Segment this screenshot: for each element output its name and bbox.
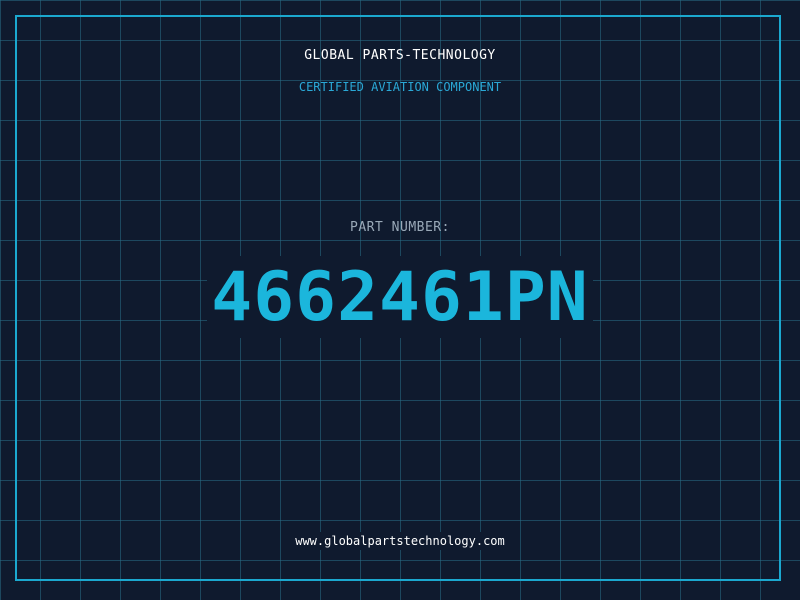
part-number-container: 4662461PN — [0, 256, 800, 338]
part-number-label: PART NUMBER: — [350, 220, 450, 235]
footer: www.globalpartstechnology.com — [0, 530, 800, 550]
website-url: www.globalpartstechnology.com — [291, 532, 509, 550]
part-number: 4662461PN — [207, 256, 593, 338]
tagline: CERTIFIED AVIATION COMPONENT — [298, 80, 502, 94]
company-name: GLOBAL PARTS-TECHNOLOGY — [304, 48, 496, 63]
